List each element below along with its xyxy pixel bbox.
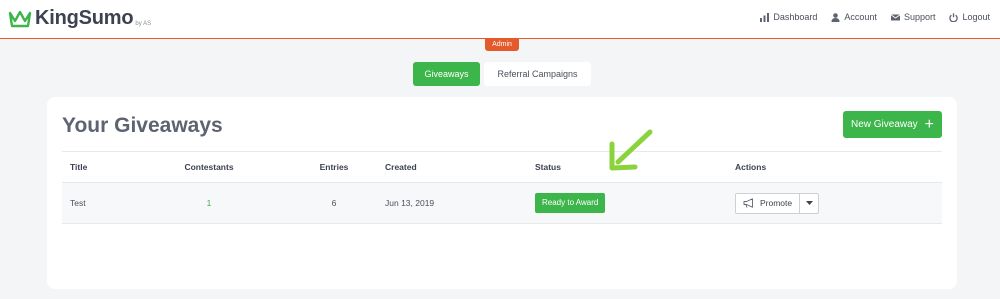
table-header: Title Contestants Entries Created Status…: [62, 151, 942, 183]
green-arrow-icon: [609, 129, 653, 171]
nav-logout[interactable]: Logout: [949, 12, 990, 22]
nav-dashboard-label: Dashboard: [773, 12, 818, 22]
nav-support-label: Support: [903, 12, 936, 22]
top-nav-links: Dashboard Account Support Logout: [760, 12, 990, 22]
top-navbar: KingSumo by AS Dashboard Account Support: [0, 0, 1000, 39]
giveaways-table: Title Contestants Entries Created Status…: [62, 151, 942, 224]
column-header-contestants: Contestants: [184, 162, 234, 172]
ready-to-award-button[interactable]: Ready to Award: [535, 193, 606, 213]
power-icon: [949, 12, 959, 22]
column-header-actions: Actions: [735, 162, 767, 172]
contestants-count: 1: [184, 183, 234, 223]
giveaways-card: Your Giveaways New Giveaway + Title Cont…: [47, 97, 957, 289]
column-header-created: Created: [385, 162, 417, 172]
nav-support[interactable]: Support: [890, 12, 936, 22]
created-date: Jun 13, 2019: [385, 198, 435, 208]
nav-dashboard[interactable]: Dashboard: [760, 12, 817, 22]
promote-label: Promote: [760, 198, 793, 208]
user-icon: [831, 12, 840, 22]
admin-badge: Admin: [485, 39, 519, 51]
bar-chart-icon: [760, 12, 770, 22]
crown-icon: [8, 10, 32, 27]
column-header-status: Status: [535, 162, 561, 172]
promote-button[interactable]: Promote: [736, 194, 799, 213]
promote-dropdown-toggle[interactable]: [799, 193, 818, 213]
column-header-entries: Entries: [319, 162, 349, 172]
tab-giveaways[interactable]: Giveaways: [413, 62, 480, 86]
status-cell: Ready to Award: [535, 183, 606, 223]
actions-cell: Promote: [735, 183, 820, 223]
new-giveaway-button[interactable]: New Giveaway +: [843, 111, 942, 138]
nav-account-label: Account: [844, 12, 877, 22]
giveaway-title: Test: [70, 198, 86, 208]
envelope-icon: [890, 13, 900, 20]
caret-down-icon: [805, 201, 813, 205]
brand-name: KingSumo: [35, 7, 134, 29]
giveaway-tabs: Giveaways Referral Campaigns: [413, 62, 591, 86]
brand-sub: by AS: [135, 20, 152, 27]
nav-account[interactable]: Account: [831, 12, 877, 22]
entries-count: 6: [331, 198, 337, 208]
nav-logout-label: Logout: [962, 12, 990, 22]
new-giveaway-label: New Giveaway: [850, 119, 918, 130]
contestants-link[interactable]: 1: [207, 198, 212, 208]
logo[interactable]: KingSumo by AS: [8, 7, 151, 30]
plus-icon: +: [924, 115, 935, 133]
promote-split-button: Promote: [735, 192, 820, 214]
table-row: Test 1 6 Jun 13, 2019 Ready to Award Pro…: [62, 183, 942, 224]
column-header-title: Title: [70, 162, 88, 172]
page-title: Your Giveaways: [62, 114, 223, 137]
tab-referral-campaigns[interactable]: Referral Campaigns: [484, 62, 591, 86]
megaphone-icon: [743, 198, 753, 208]
